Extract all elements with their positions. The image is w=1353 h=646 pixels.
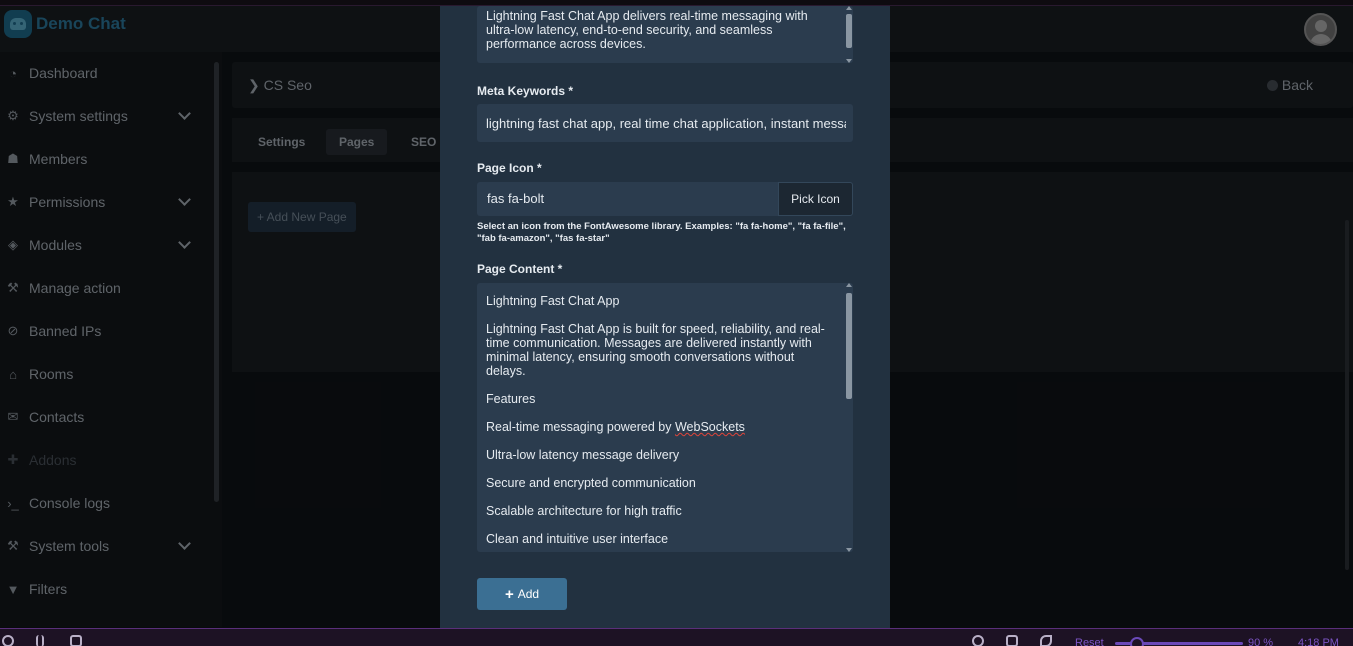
content-paragraph: Real-time messaging powered by WebSocket…: [486, 420, 836, 434]
gear-icon[interactable]: [972, 635, 984, 646]
page-icon-help-text: Select an icon from the FontAwesome libr…: [477, 221, 846, 244]
page-icon-value: fas fa-bolt: [487, 191, 545, 206]
page-icon-label: Page Icon *: [477, 161, 542, 175]
layout-icon[interactable]: [1006, 635, 1018, 646]
add-button[interactable]: + Add: [477, 578, 567, 610]
settings-icon[interactable]: [2, 635, 14, 646]
page-content-textarea[interactable]: Lightning Fast Chat App Lightning Fast C…: [477, 283, 853, 552]
content-text: Real-time messaging powered by: [486, 420, 675, 434]
meta-keywords-value: lightning fast chat app, real time chat …: [486, 116, 846, 131]
page-content-text: Lightning Fast Chat App Lightning Fast C…: [486, 294, 836, 552]
tool-icon[interactable]: [1040, 635, 1052, 646]
meta-keywords-label: Meta Keywords *: [477, 84, 574, 98]
plus-icon: +: [504, 585, 514, 603]
pick-icon-button[interactable]: Pick Icon: [778, 182, 853, 216]
spellcheck-word: WebSockets: [674, 420, 745, 434]
zoom-reset-label[interactable]: Reset: [1075, 637, 1104, 646]
content-paragraph: Lightning Fast Chat App is built for spe…: [486, 322, 825, 378]
page-content-label: Page Content *: [477, 262, 563, 276]
content-paragraph: Features: [486, 392, 536, 406]
content-paragraph: Secure and encrypted communication: [486, 476, 696, 490]
add-button-label: Add: [517, 587, 540, 601]
pause-icon[interactable]: [36, 635, 44, 646]
description-scrollbar[interactable]: [845, 6, 853, 63]
meta-description-text: Lightning Fast Chat App delivers real-ti…: [486, 9, 808, 51]
clock: 4:18 PM: [1298, 637, 1339, 646]
zoom-slider-knob[interactable]: [1130, 637, 1144, 646]
zoom-value: 90 %: [1248, 637, 1274, 646]
content-paragraph: Ultra-low latency message delivery: [486, 448, 680, 462]
content-paragraph: Clean and intuitive user interface: [486, 532, 669, 546]
extension-icon[interactable]: [70, 635, 82, 646]
content-paragraph: Lightning Fast Chat App: [486, 294, 620, 308]
meta-keywords-input[interactable]: lightning fast chat app, real time chat …: [477, 104, 853, 142]
page-icon-input[interactable]: fas fa-bolt: [477, 182, 778, 216]
meta-description-textarea[interactable]: Lightning Fast Chat App delivers real-ti…: [477, 6, 853, 63]
content-paragraph: Scalable architecture for high traffic: [486, 504, 682, 518]
content-scrollbar[interactable]: [845, 283, 853, 552]
